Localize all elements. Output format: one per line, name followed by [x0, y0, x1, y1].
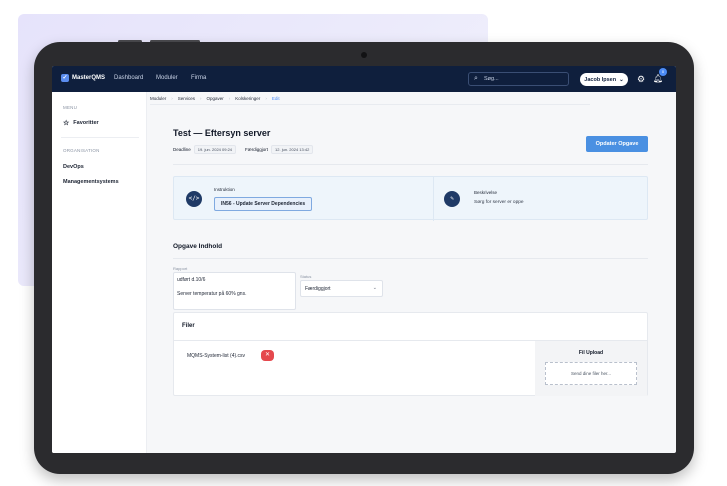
- section-divider: [173, 258, 648, 259]
- report-label: Rapport: [173, 266, 188, 271]
- top-bar: ✓ MasterQMS Dashboard Moduler Firma ⌕ Ja…: [52, 66, 676, 92]
- breadcrumb-item[interactable]: Services: [178, 96, 195, 101]
- dropzone-text: Send dine filer her...: [570, 371, 612, 376]
- breadcrumb-item[interactable]: Opgaver: [207, 96, 224, 101]
- app-screen: ✓ MasterQMS Dashboard Moduler Firma ⌕ Ja…: [52, 66, 676, 453]
- chevron-down-icon: ⌄: [619, 76, 624, 83]
- file-link[interactable]: MQMS-System-list (4).csv: [187, 353, 245, 359]
- organisation-label: ORGANISATION: [63, 148, 100, 153]
- page-title: Test — Eftersyn server: [173, 128, 271, 138]
- deadline-label: Deadline: [173, 147, 191, 152]
- status-label: Status: [300, 274, 312, 279]
- gear-icon[interactable]: ⚙: [637, 73, 645, 85]
- file-dropzone[interactable]: Send dine filer her...: [545, 362, 637, 385]
- brand-name: MasterQMS: [72, 75, 106, 81]
- header-divider: [173, 164, 648, 165]
- instruction-link[interactable]: IN56 - Update Server Dependencies: [214, 197, 313, 211]
- delete-file-button[interactable]: ✕: [261, 350, 274, 361]
- sidebar-item-label: Favoritter: [73, 120, 99, 126]
- stage: ✓ MasterQMS Dashboard Moduler Firma ⌕ Ja…: [0, 0, 727, 486]
- breadcrumb-item[interactable]: Kolskeringer: [235, 96, 260, 101]
- menu-label: MENU: [63, 105, 78, 110]
- nav-firma[interactable]: Firma: [191, 75, 206, 81]
- section-title: Opgave Indhold: [173, 243, 223, 250]
- search-input[interactable]: [484, 74, 566, 84]
- sidebar-item-managementsystems[interactable]: Managementsystems: [63, 179, 119, 185]
- breadcrumb-current: Edit: [271, 96, 280, 101]
- done-label: Færdiggjort: [245, 147, 269, 152]
- notification-badge: 0: [659, 68, 667, 76]
- user-menu-button[interactable]: Jacob Ipsen ⌄: [580, 73, 628, 86]
- done-value: 12. jun. 2024 13:42: [271, 145, 314, 154]
- report-line: Server temperatur på 60% gns.: [177, 291, 247, 297]
- chevron-down-icon: ⌄: [372, 285, 377, 291]
- status-select[interactable]: Færdiggjort ⌄: [300, 280, 383, 297]
- sidebar: MENU ☆ Favoritter ORGANISATION DevOps Ma…: [52, 92, 147, 453]
- tablet-camera: [361, 52, 367, 58]
- info-divider: [433, 177, 434, 221]
- files-title: Filer: [182, 323, 195, 329]
- search-icon: ⌕: [474, 75, 478, 82]
- star-icon: ☆: [63, 120, 70, 127]
- update-task-button[interactable]: Opdater Opgave: [586, 136, 648, 152]
- search-box[interactable]: ⌕: [468, 72, 569, 86]
- deadline-value: 19. jun. 2024 09:24: [193, 145, 237, 154]
- info-box: </> Instruktion IN56 - Update Server Dep…: [173, 176, 648, 221]
- breadcrumb-divider: [150, 104, 590, 105]
- nav-dashboard[interactable]: Dashboard: [114, 75, 143, 81]
- sidebar-item-devops[interactable]: DevOps: [63, 164, 84, 170]
- instruction-label: Instruktion: [214, 187, 235, 192]
- logo-icon: ✓: [61, 74, 69, 82]
- breadcrumb: Moduler › Services › Opgaver › Kolskeringer…: [150, 96, 280, 101]
- files-card: Filer MQMS-System-list (4).csv ✕ Fil Upl…: [173, 312, 648, 396]
- app-logo[interactable]: ✓ MasterQMS: [61, 74, 105, 82]
- task-meta: Deadline 19. jun. 2024 09:24 Færdiggjort…: [173, 145, 314, 154]
- status-value: Færdiggjort: [305, 286, 331, 292]
- report-line: udført d.10/6: [177, 277, 206, 283]
- document-edit-icon: ✎: [444, 191, 460, 207]
- description-text: Sørg for server er oppe: [474, 200, 524, 205]
- sidebar-item-favorites[interactable]: ☆ Favoritter: [63, 119, 99, 127]
- upload-panel: Fil Upload Send dine filer her...: [535, 341, 647, 396]
- breadcrumb-item[interactable]: Moduler: [150, 96, 166, 101]
- user-name: Jacob Ipsen: [584, 76, 617, 83]
- code-file-icon: </>: [186, 191, 202, 207]
- sidebar-divider: [61, 137, 139, 138]
- nav-moduler[interactable]: Moduler: [156, 75, 178, 81]
- upload-title: Fil Upload: [578, 350, 604, 356]
- description-label: Beskrivelse: [474, 190, 498, 195]
- report-textarea[interactable]: udført d.10/6 Server temperatur på 60% g…: [173, 272, 296, 310]
